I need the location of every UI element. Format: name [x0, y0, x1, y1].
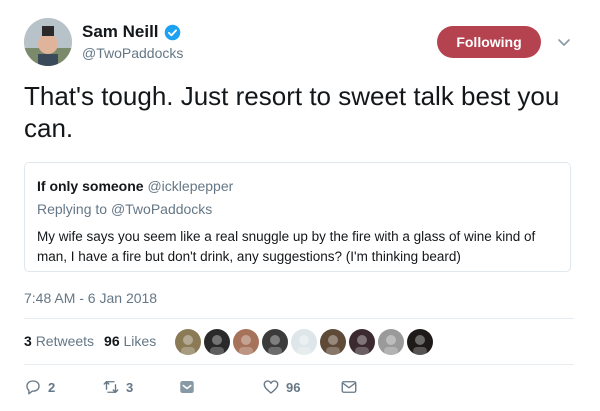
liker-avatar[interactable] — [233, 329, 259, 355]
quoted-replying-to: Replying to @TwoPaddocks — [37, 201, 212, 217]
verified-badge-icon — [164, 24, 180, 40]
divider — [24, 364, 574, 365]
reply-button[interactable]: 2 — [24, 378, 55, 396]
direct-message-button[interactable] — [178, 378, 196, 396]
mail-icon — [341, 381, 357, 393]
tweet-timestamp[interactable]: 7:48 AM - 6 Jan 2018 — [24, 290, 157, 306]
replying-to-mention[interactable]: @TwoPaddocks — [111, 201, 212, 217]
author-avatar[interactable] — [24, 18, 72, 66]
quoted-author-name: If only someone — [37, 178, 144, 194]
retweet-button[interactable]: 3 — [102, 378, 133, 396]
liker-avatar[interactable] — [407, 329, 433, 355]
author-name[interactable]: Sam Neill — [82, 22, 181, 42]
liker-avatars — [175, 329, 433, 355]
heart-icon — [263, 380, 279, 394]
liker-avatar[interactable] — [204, 329, 230, 355]
liker-avatar[interactable] — [175, 329, 201, 355]
author-handle[interactable]: @TwoPaddocks — [82, 45, 183, 61]
quoted-tweet[interactable]: If only someone @icklepepper Replying to… — [24, 162, 571, 272]
retweets-stat[interactable]: 3 Retweets — [24, 333, 94, 349]
quoted-tweet-author: If only someone @icklepepper — [37, 178, 233, 194]
retweet-count: 3 — [126, 379, 134, 395]
like-button[interactable]: 96 — [262, 378, 300, 396]
replying-to-label: Replying to — [37, 201, 108, 217]
liker-avatar[interactable] — [349, 329, 375, 355]
quoted-tweet-text: My wife says you seem like a real snuggl… — [37, 229, 536, 264]
likes-label: Likes — [123, 333, 157, 349]
like-count: 96 — [286, 379, 301, 395]
message-button[interactable] — [340, 378, 358, 396]
retweets-count: 3 — [24, 333, 32, 349]
reply-count: 2 — [48, 379, 56, 395]
following-button[interactable]: Following — [437, 26, 541, 58]
retweets-label: Retweets — [35, 333, 95, 349]
tweet-stats: 3 Retweets 96 Likes — [24, 333, 166, 349]
quoted-author-handle: @icklepepper — [147, 178, 234, 194]
liker-avatar[interactable] — [291, 329, 317, 355]
likes-stat[interactable]: 96 Likes — [104, 333, 156, 349]
tweet-card: Sam Neill @TwoPaddocks Following That's … — [0, 0, 600, 411]
likes-count: 96 — [104, 333, 120, 349]
tweet-text: That's tough. Just resort to sweet talk … — [24, 81, 560, 143]
chevron-down-icon[interactable] — [556, 34, 572, 50]
liker-avatar[interactable] — [378, 329, 404, 355]
liker-avatar[interactable] — [262, 329, 288, 355]
liker-avatar[interactable] — [320, 329, 346, 355]
reply-icon — [26, 380, 40, 395]
author-avatar-image — [24, 18, 72, 66]
retweet-icon — [103, 381, 119, 393]
author-name-text: Sam Neill — [82, 22, 159, 41]
envelope-heart-icon — [180, 381, 194, 393]
divider — [24, 318, 574, 319]
